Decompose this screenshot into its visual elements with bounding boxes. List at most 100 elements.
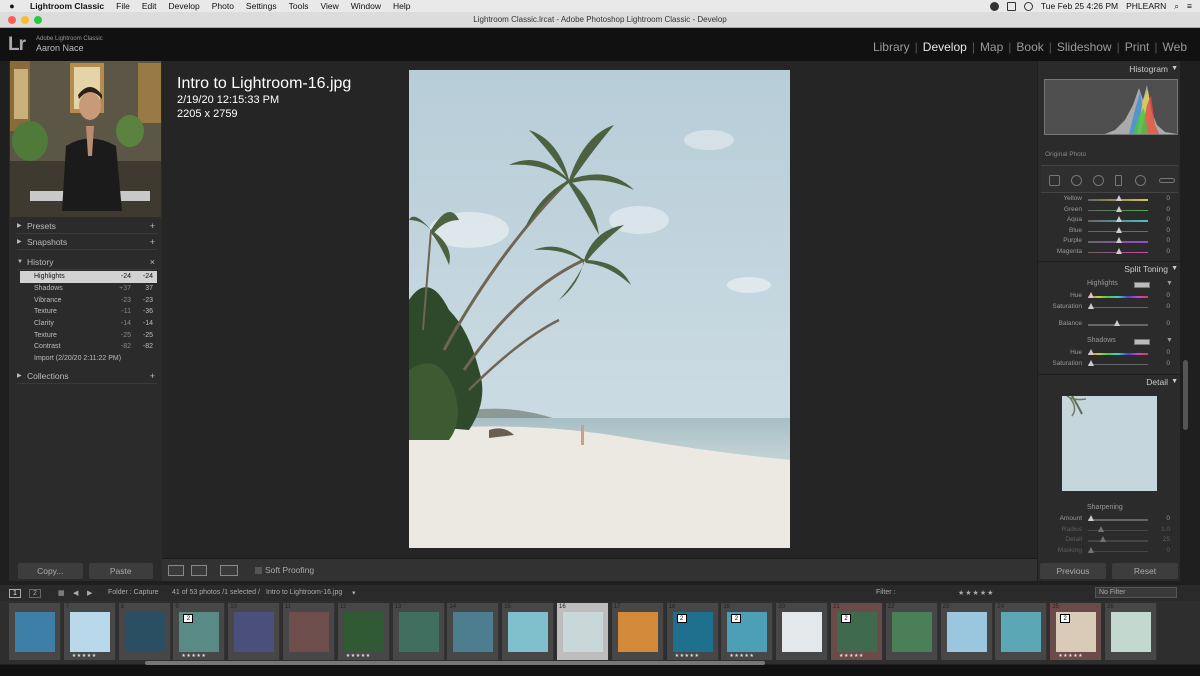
sharpen-masking-slider[interactable]: Masking 0	[1040, 546, 1178, 557]
menu-file[interactable]: File	[110, 1, 136, 11]
back-arrow-icon[interactable]: ◀	[73, 589, 78, 597]
histogram[interactable]	[1044, 79, 1178, 135]
module-print[interactable]: Print	[1120, 40, 1155, 54]
menu-settings[interactable]: Settings	[240, 1, 283, 11]
loupe-view-button[interactable]	[168, 565, 184, 576]
history-item[interactable]: Shadows +37 37	[20, 283, 157, 295]
module-slideshow[interactable]: Slideshow	[1052, 40, 1117, 54]
original-photo-label[interactable]: Original Photo	[1045, 151, 1086, 158]
filmstrip-thumbnail[interactable]: 17	[611, 603, 664, 660]
filter-select[interactable]: No Filter	[1095, 587, 1177, 598]
red-eye-icon[interactable]	[1093, 175, 1104, 186]
rating-filter-stars[interactable]: ★★★★★	[958, 589, 994, 597]
right-panel-scrollbar[interactable]	[1183, 360, 1188, 430]
radial-filter-icon[interactable]	[1135, 175, 1146, 186]
hsl-slider-yellow[interactable]: Yellow 0	[1040, 194, 1178, 205]
highlight-color-swatch[interactable]	[1134, 282, 1150, 288]
chevron-down-icon[interactable]: ▾	[352, 589, 356, 597]
filmstrip-thumbnail[interactable]: 12 ★★★★★	[337, 603, 390, 660]
filmstrip-thumbnail[interactable]: 19 2 ★★★★★	[721, 603, 774, 660]
detail-header[interactable]: Detail ▼	[1038, 374, 1180, 388]
soft-proofing-checkbox[interactable]	[255, 567, 262, 574]
clock[interactable]: Tue Feb 25 4:26 PM	[1041, 1, 1118, 11]
menu-help[interactable]: Help	[387, 1, 416, 11]
stack-count-badge[interactable]: 2	[841, 614, 851, 623]
compare-view-button[interactable]	[191, 565, 207, 576]
split-highlight-saturation-slider[interactable]: Saturation 0	[1040, 302, 1178, 313]
module-web[interactable]: Web	[1158, 40, 1192, 54]
filmstrip-thumbnail[interactable]: 18 2 ★★★★★	[666, 603, 719, 660]
history-panel-header[interactable]: ▼ History ×	[17, 254, 157, 270]
current-photo-name[interactable]: Intro to Lightroom-16.jpg	[266, 589, 342, 596]
apple-icon[interactable]: ●	[0, 1, 24, 11]
filmstrip-thumbnail[interactable]: 7 ★★★★★	[63, 603, 116, 660]
search-icon[interactable]: ⌕	[1174, 1, 1179, 12]
stack-count-badge[interactable]: 2	[1060, 614, 1071, 623]
filmstrip-thumbnail[interactable]: 25 2 ★★★★★	[1050, 603, 1103, 660]
previous-button[interactable]: Previous	[1040, 563, 1106, 579]
crop-tool-icon[interactable]	[1049, 175, 1060, 186]
history-item[interactable]: Highlights -24 -24	[20, 271, 157, 283]
history-item[interactable]: Contrast -82 -82	[20, 341, 157, 353]
filmstrip-thumbnail[interactable]: 13	[392, 603, 445, 660]
menu-list-icon[interactable]: ≡	[1187, 1, 1192, 11]
module-map[interactable]: Map	[975, 40, 1008, 54]
filmstrip-thumbnail[interactable]: 20	[776, 603, 829, 660]
history-item[interactable]: Texture -25 -25	[20, 329, 157, 341]
module-book[interactable]: Book	[1011, 40, 1048, 54]
shadow-color-swatch[interactable]	[1134, 339, 1150, 345]
split-shadow-hue-slider[interactable]: Hue 0	[1040, 348, 1178, 359]
filmstrip-thumbnail[interactable]: 24	[995, 603, 1048, 660]
menu-tools[interactable]: Tools	[283, 1, 315, 11]
spot-removal-icon[interactable]	[1071, 175, 1082, 186]
display-icon[interactable]	[1006, 1, 1016, 11]
dropdown-triangle-icon[interactable]: ▼	[1166, 337, 1173, 344]
filmstrip-thumbnail[interactable]: 22	[885, 603, 938, 660]
history-item[interactable]: Texture -11 -36	[20, 306, 157, 318]
split-balance-slider[interactable]: Balance 0	[1040, 319, 1178, 330]
detail-preview[interactable]	[1062, 396, 1157, 491]
filmstrip-thumbnail[interactable]: 9 2 ★★★★★	[173, 603, 226, 660]
adjustment-brush-icon[interactable]	[1159, 178, 1175, 183]
grid-icon[interactable]: ▦	[58, 589, 65, 597]
status-icon[interactable]	[989, 1, 999, 11]
paste-button[interactable]: Paste	[88, 563, 153, 579]
hsl-slider-blue[interactable]: Blue 0	[1040, 226, 1178, 237]
hsl-slider-aqua[interactable]: Aqua 0	[1040, 215, 1178, 226]
menu-photo[interactable]: Photo	[206, 1, 240, 11]
stack-count-badge[interactable]: 2	[183, 614, 194, 623]
module-develop[interactable]: Develop	[918, 40, 972, 54]
filmstrip-thumbnail[interactable]: 23	[940, 603, 993, 660]
menu-window[interactable]: Window	[345, 1, 387, 11]
before-after-button[interactable]	[220, 565, 238, 576]
collections-panel-header[interactable]: ▶ Collections +	[17, 368, 157, 384]
copy-button[interactable]: Copy...	[18, 563, 83, 579]
history-item[interactable]: Clarity -14 -14	[20, 318, 157, 330]
split-toning-header[interactable]: Split Toning ▼	[1038, 261, 1180, 275]
add-collection-icon[interactable]: +	[150, 371, 155, 381]
menu-view[interactable]: View	[314, 1, 344, 11]
module-library[interactable]: Library	[868, 40, 915, 54]
filmstrip-thumbnail[interactable]: 8	[118, 603, 171, 660]
graduated-filter-icon[interactable]	[1115, 175, 1122, 186]
hsl-slider-magenta[interactable]: Magenta 0	[1040, 247, 1178, 258]
filmstrip-thumbnail[interactable]: 26	[1105, 603, 1157, 660]
filmstrip-thumbnail[interactable]: 11	[283, 603, 335, 660]
sharpen-radius-slider[interactable]: Radius 1.0	[1040, 525, 1178, 536]
filmstrip-thumbnail[interactable]: 10	[228, 603, 281, 660]
forward-arrow-icon[interactable]: ▶	[87, 589, 92, 597]
secondary-window-2-button[interactable]: 2	[29, 589, 41, 598]
add-snapshot-icon[interactable]: +	[150, 237, 155, 247]
split-shadow-saturation-slider[interactable]: Saturation 0	[1040, 359, 1178, 370]
filmstrip-thumbnail[interactable]: 15	[502, 603, 555, 660]
history-item[interactable]: Vibrance -23 -23	[20, 294, 157, 306]
presets-panel-header[interactable]: ▶ Presets +	[17, 218, 157, 234]
hsl-slider-purple[interactable]: Purple 0	[1040, 236, 1178, 247]
menu-develop[interactable]: Develop	[163, 1, 206, 11]
folder-source[interactable]: Folder : Capture	[108, 589, 159, 596]
hsl-slider-green[interactable]: Green 0	[1040, 205, 1178, 216]
dropdown-triangle-icon[interactable]: ▼	[1166, 280, 1173, 287]
filmstrip-thumbnail[interactable]: 14	[447, 603, 500, 660]
add-preset-icon[interactable]: +	[150, 221, 155, 231]
history-item[interactable]: Import (2/20/20 2:11:22 PM)	[20, 353, 157, 365]
